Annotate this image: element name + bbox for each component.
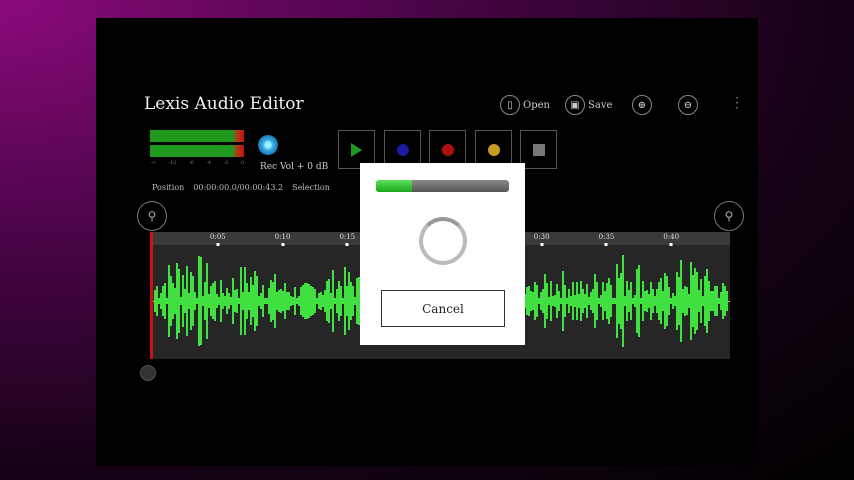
save-button[interactable]: ▣ Save	[565, 95, 612, 115]
zoom-in-button[interactable]: ⊕	[632, 95, 652, 115]
meter-tick: -12	[168, 160, 177, 166]
meter-tick: 0	[240, 160, 244, 166]
timeline-tick-label: 0:10	[274, 233, 291, 241]
yellow-dot-icon	[487, 143, 500, 156]
timeline-tick-mark	[669, 243, 673, 246]
cancel-button[interactable]: Cancel	[381, 290, 505, 327]
record-icon	[441, 143, 454, 156]
handle-pin-icon: ⚲	[147, 209, 157, 223]
rec-volume-knob[interactable]	[258, 135, 278, 155]
selection-label: Selection	[292, 183, 330, 192]
open-button[interactable]: ▯ Open	[500, 95, 550, 115]
stop-icon	[532, 143, 545, 156]
meter-right	[150, 145, 244, 157]
timeline-tick-mark	[540, 243, 544, 246]
app-title: Lexis Audio Editor	[144, 94, 304, 114]
meter-left	[150, 130, 244, 142]
blue-dot-icon	[396, 143, 409, 156]
timeline-tick-label: 0:35	[598, 233, 615, 241]
left-selection-handle[interactable]: ⚲	[137, 201, 167, 231]
waveform-sample	[726, 290, 728, 312]
timeline-tick-mark	[281, 243, 285, 246]
position-value: 00:00:00.0/00:00:43.2	[193, 183, 284, 192]
timeline-tick-label: 0:05	[209, 233, 226, 241]
zoom-out-button[interactable]: ⊖	[678, 95, 698, 115]
timeline-tick-mark	[345, 243, 349, 246]
playhead-handle[interactable]	[140, 365, 156, 381]
meter-tick: -6	[188, 160, 194, 166]
play-icon	[351, 142, 362, 157]
open-file-icon: ▯	[500, 95, 520, 115]
open-label: Open	[523, 99, 550, 111]
meter-tick: -2	[223, 160, 229, 166]
loading-spinner-icon	[419, 217, 467, 265]
playhead-cursor[interactable]	[150, 232, 153, 359]
progress-fill	[376, 180, 412, 192]
level-meter: -∞ -12 -6 -4 -2 0	[150, 130, 244, 166]
zoom-in-icon: ⊕	[632, 95, 652, 115]
position-label: Position	[152, 183, 185, 192]
stop-button[interactable]	[520, 130, 557, 169]
progress-bar	[376, 180, 509, 192]
save-label: Save	[588, 99, 613, 111]
timeline-tick-mark	[216, 243, 220, 246]
save-icon: ▣	[565, 95, 585, 115]
position-bar: Position 00:00:00.0/00:00:43.2 Selection	[152, 183, 330, 192]
more-menu-button[interactable]: ⋮	[730, 95, 744, 111]
handle-pin-icon: ⚲	[724, 209, 734, 223]
timeline-tick-label: 0:15	[339, 233, 356, 241]
timeline-tick-label: 0:40	[663, 233, 680, 241]
timeline-tick-mark	[604, 243, 608, 246]
zoom-out-icon: ⊖	[678, 95, 698, 115]
more-vert-icon: ⋮	[730, 95, 744, 111]
right-selection-handle[interactable]: ⚲	[714, 201, 744, 231]
progress-dialog: Cancel	[360, 163, 525, 345]
meter-tick: -∞	[150, 160, 156, 166]
timeline-tick-label: 0:30	[533, 233, 550, 241]
meter-tick: -4	[206, 160, 212, 166]
rec-volume-label: Rec Vol + 0 dB	[260, 162, 329, 172]
